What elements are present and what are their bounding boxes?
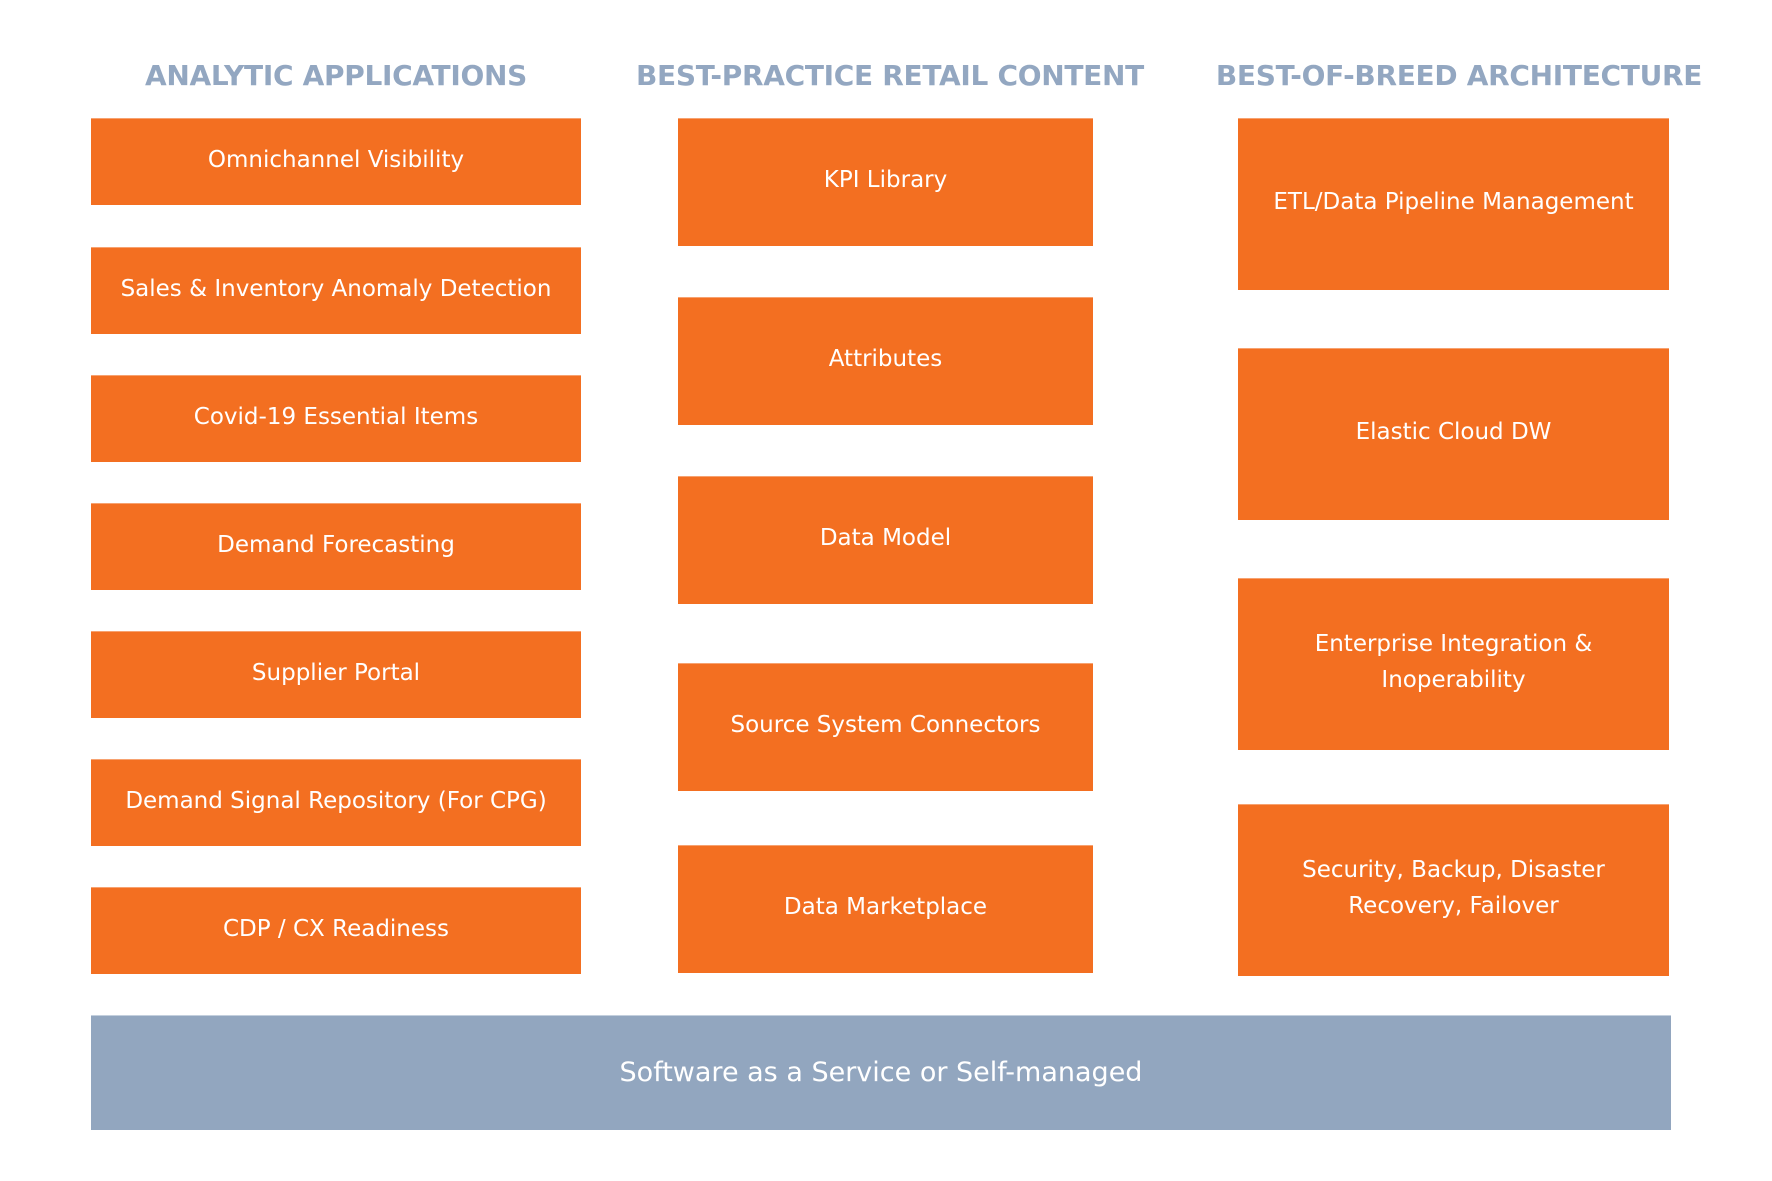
box-cdp-cx-readiness: CDP / CX Readiness [91,887,581,974]
footer-label: Software as a Service or Self-managed [619,1057,1143,1088]
box-label: Sales & Inventory Anomaly Detection [120,275,552,302]
box-elastic-cloud-dw: Elastic Cloud DW [1238,348,1669,520]
box-label: Demand Signal Repository (For CPG) [125,787,547,814]
box-etl-data-pipeline-management: ETL/Data Pipeline Management [1238,118,1669,290]
box-supplier-portal: Supplier Portal [91,631,581,718]
box-label: Omnichannel Visibility [207,146,465,173]
box-label: Covid-19 Essential Items [193,403,479,430]
box-demand-forecasting: Demand Forecasting [91,503,581,590]
heading-best-of-breed-architecture: BEST-OF-BREED ARCHITECTURE [1215,59,1703,92]
box-label: Attributes [828,346,943,372]
box-demand-signal-repository: Demand Signal Repository (For CPG) [91,759,581,846]
box-kpi-library: KPI Library [678,118,1093,246]
box-label: Source System Connectors [730,712,1041,738]
box-label: Security, Backup, Disaster Recovery, Fai… [1302,857,1605,919]
box-label: Data Marketplace [783,894,988,920]
box-sales-inventory-anomaly-detection: Sales & Inventory Anomaly Detection [91,247,581,334]
box-security-backup-dr: Security, Backup, Disaster Recovery, Fai… [1238,804,1669,976]
box-label: Enterprise Integration & Inoperability [1314,631,1593,693]
box-attributes: Attributes [678,297,1093,425]
box-data-marketplace: Data Marketplace [678,845,1093,973]
box-omnichannel-visibility: Omnichannel Visibility [91,118,581,205]
footer-deployment-bar: Software as a Service or Self-managed [91,1015,1671,1130]
box-label: Elastic Cloud DW [1355,419,1552,445]
heading-analytic-applications: ANALYTIC APPLICATIONS [145,59,527,92]
box-label: ETL/Data Pipeline Management [1273,189,1634,215]
heading-best-practice-retail-content: BEST-PRACTICE RETAIL CONTENT [636,59,1144,92]
box-enterprise-integration: Enterprise Integration & Inoperability [1238,578,1669,750]
box-label: Data Model [819,525,952,551]
box-source-system-connectors: Source System Connectors [678,663,1093,791]
box-label: Demand Forecasting [217,531,455,558]
box-covid-19-essential-items: Covid-19 Essential Items [91,375,581,462]
box-label: Supplier Portal [251,659,421,686]
box-data-model: Data Model [678,476,1093,604]
box-label: KPI Library [823,167,948,193]
box-label: CDP / CX Readiness [222,915,449,942]
